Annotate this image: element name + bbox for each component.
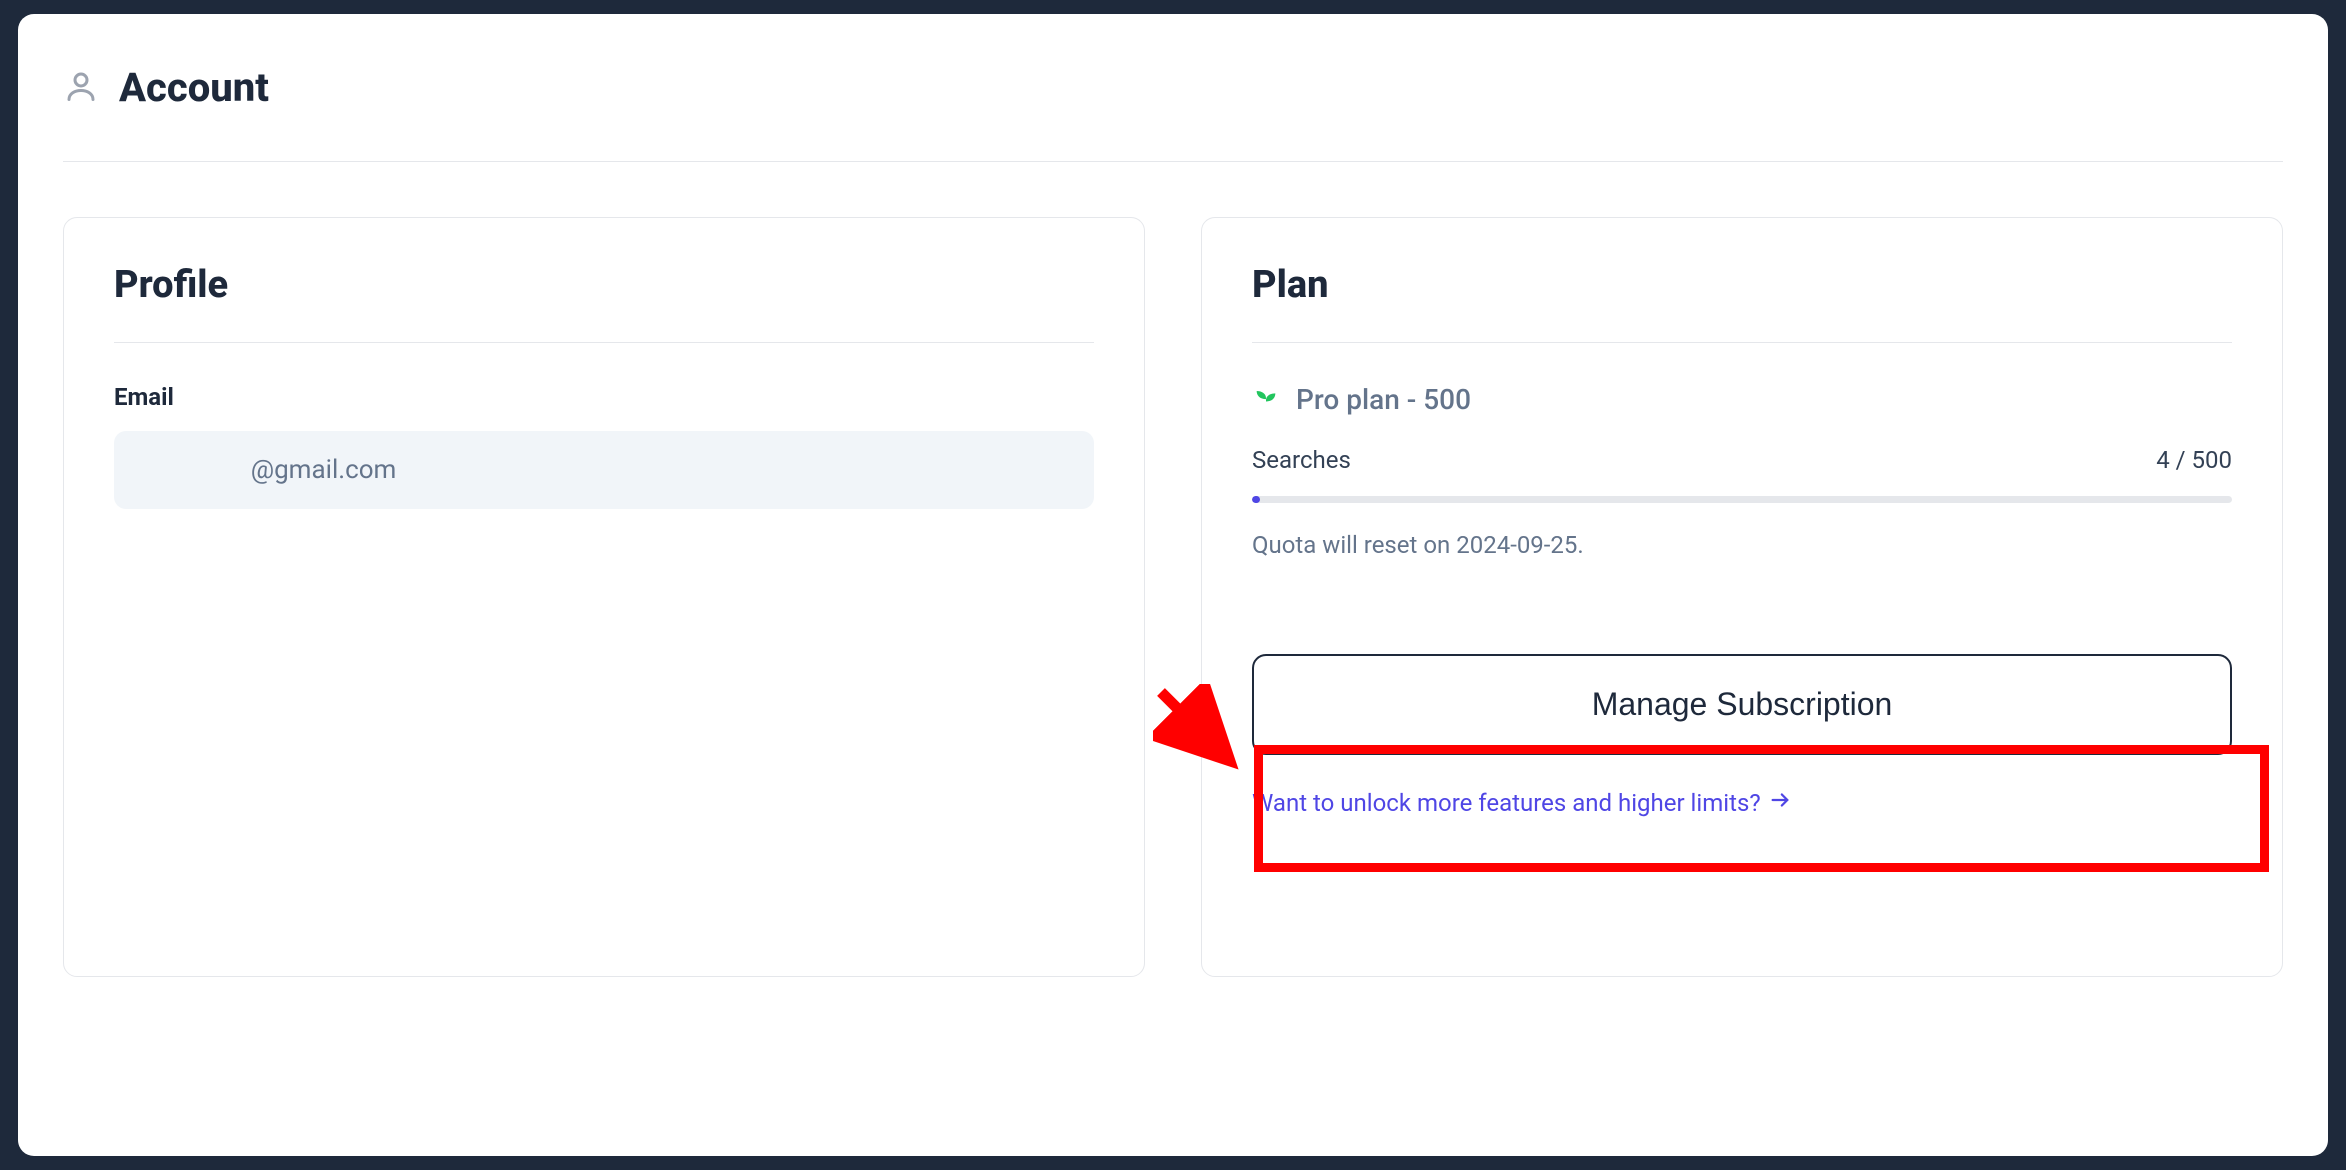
arrow-right-icon [1769, 789, 1791, 817]
searches-row: Searches 4 / 500 [1252, 446, 2232, 474]
page-title: Account [119, 64, 269, 111]
unlock-features-link[interactable]: Want to unlock more features and higher … [1252, 789, 1791, 817]
searches-progress-bar [1252, 496, 2232, 503]
quota-reset-text: Quota will reset on 2024-09-25. [1252, 531, 2232, 559]
searches-progress-fill [1252, 496, 1260, 503]
plan-name: Pro plan - 500 [1296, 383, 1471, 416]
plan-name-row: Pro plan - 500 [1252, 383, 2232, 416]
searches-count: 4 / 500 [2156, 446, 2232, 474]
user-icon [63, 68, 99, 108]
account-page: Account Profile Email redacted@gmail.com… [18, 14, 2328, 1156]
page-header: Account [63, 64, 2283, 162]
unlock-features-link-text: Want to unlock more features and higher … [1252, 789, 1761, 817]
seedling-icon [1252, 384, 1280, 416]
plan-card-title: Plan [1252, 263, 2232, 343]
manage-subscription-button[interactable]: Manage Subscription [1252, 654, 2232, 755]
email-value: redacted@gmail.com [114, 431, 1094, 509]
plan-card: Plan Pro plan - 500 Searches 4 / 500 Quo… [1201, 217, 2283, 977]
profile-card: Profile Email redacted@gmail.com [63, 217, 1145, 977]
profile-card-title: Profile [114, 263, 1094, 343]
searches-label: Searches [1252, 446, 1351, 474]
cards-row: Profile Email redacted@gmail.com Plan Pr… [63, 217, 2283, 977]
email-label: Email [114, 383, 1094, 411]
